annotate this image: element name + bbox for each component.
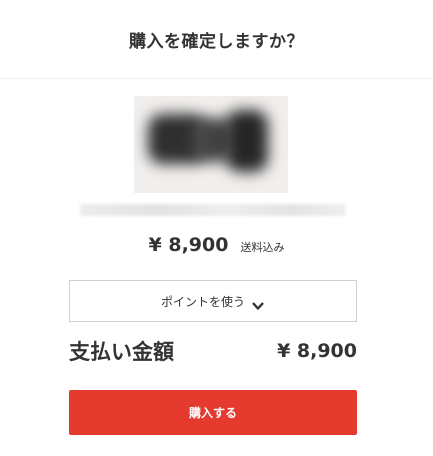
purchase-confirm-dialog: 購入を確定しますか？ ¥ 8,900 送料込み ポイントを使う 支払い金額 ¥ … [0, 0, 433, 456]
purchase-button[interactable]: 購入する [69, 390, 357, 435]
payment-total-label: 支払い金額 [69, 340, 174, 364]
chevron-down-icon [251, 296, 265, 310]
product-image [134, 96, 288, 193]
purchase-button-label: 購入する [188, 406, 237, 420]
use-points-button[interactable]: ポイントを使う [69, 280, 357, 322]
use-points-label: ポイントを使う [160, 294, 245, 309]
payment-total-value: ¥ 8,900 [277, 340, 357, 362]
payment-total-row: 支払い金額 ¥ 8,900 [69, 334, 357, 368]
price-row: ¥ 8,900 送料込み [0, 234, 433, 256]
product-price: ¥ 8,900 [148, 234, 229, 256]
dialog-header: 購入を確定しますか？ [0, 0, 433, 79]
dialog-title: 購入を確定しますか？ [129, 31, 304, 52]
product-name [80, 204, 346, 216]
shipping-note: 送料込み [240, 241, 285, 254]
